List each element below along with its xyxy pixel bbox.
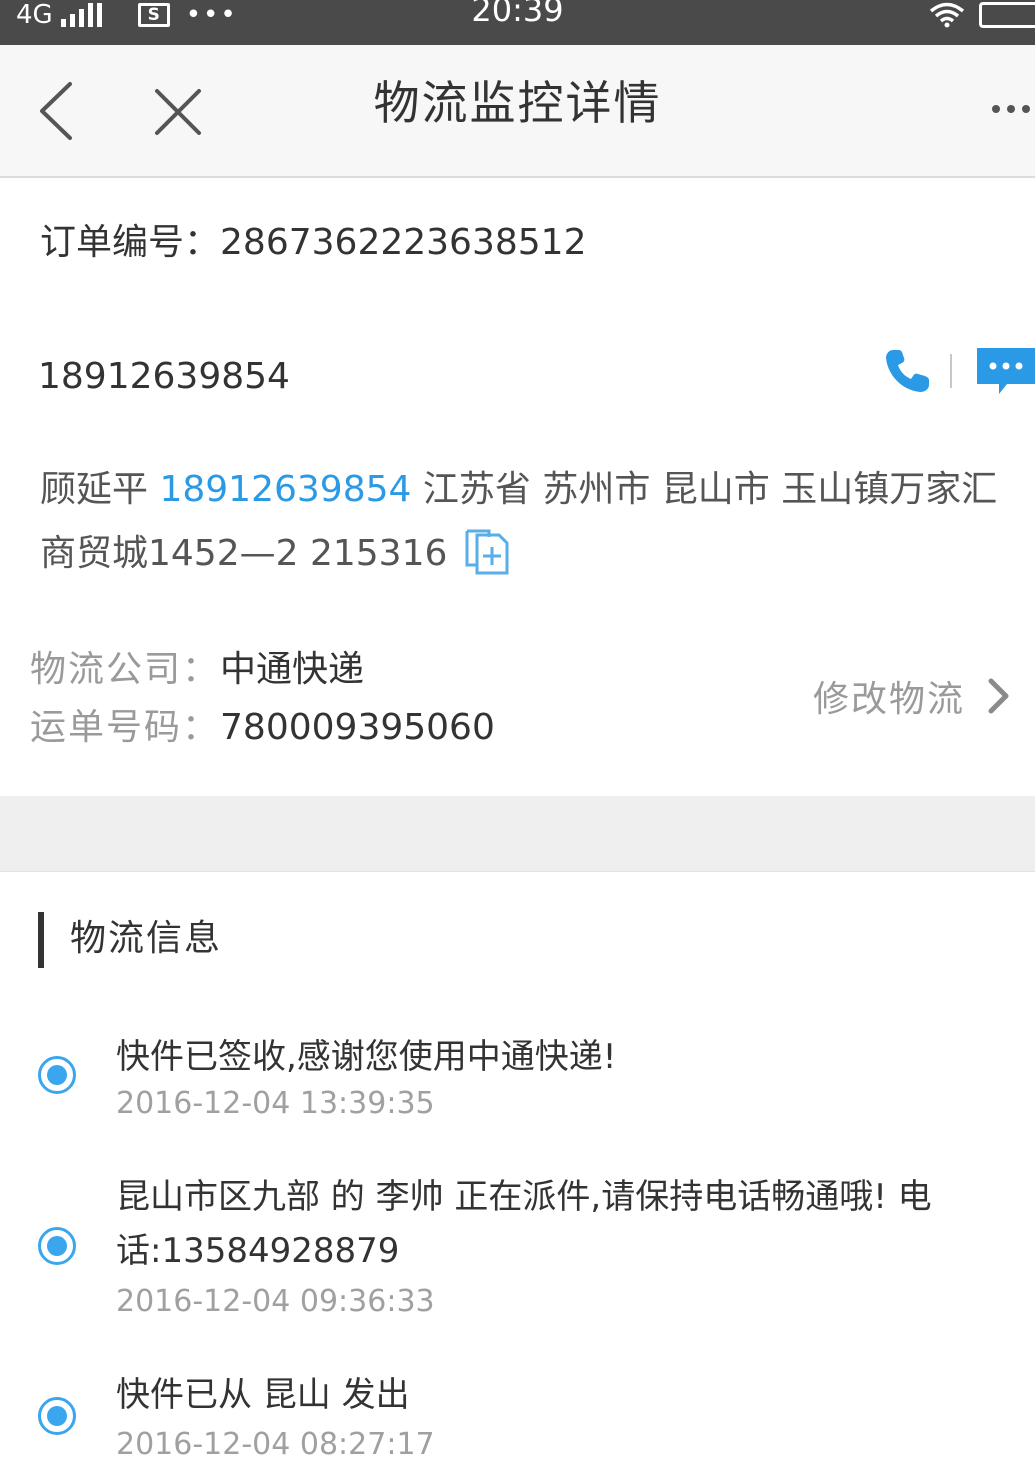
battery-icon [979,2,1035,28]
chat-icon[interactable] [977,348,1035,394]
timeline-dot-icon [38,1056,76,1094]
order-number-label: 订单编号： [40,222,221,263]
logistics-info-title: 物流信息 [70,918,223,959]
section-divider [0,796,1035,872]
nav-bar: 物流监控详情 [0,45,1035,178]
logistics-summary: 物流公司：中通快递 运单号码：780009395060 修改物流 [0,640,1035,760]
recipient-phone-link[interactable]: 18912639854 [159,469,411,510]
logistics-company-value: 中通快递 [220,649,365,690]
order-number: 订单编号：2867362223638512 [40,218,586,268]
wifi-icon [929,2,965,28]
more-options-icon[interactable] [991,99,1031,119]
phone-icon[interactable] [884,348,932,394]
shipping-address: 顾延平 18912639854 江苏省 苏州市 昆山市 玉山镇万家汇商贸城145… [40,458,1030,586]
page-title: 物流监控详情 [373,76,662,130]
chevron-right-icon [988,678,1009,714]
timeline-event-time: 2016-12-04 13:39:35 [116,1086,435,1121]
timeline-dot-icon [38,1227,76,1265]
timeline-event-text: 昆山市区九部 的 李帅 正在派件,请保持电话畅通哦! 电话:1358492887… [116,1177,932,1271]
contact-row: 18912639854 [0,348,1035,408]
icon-divider [950,354,952,388]
timeline-event-text: 快件已从 昆山 发出 [116,1375,410,1415]
status-bar: 4G S ••• 20:39 [0,0,1035,45]
logistics-company: 物流公司：中通快递 [30,642,364,698]
timeline-dot-icon [38,1397,76,1435]
section-marker [38,912,44,968]
modify-logistics-button[interactable]: 修改物流 [813,668,1011,724]
waybill-number-label: 运单号码： [30,707,221,748]
waybill-number: 运单号码：780009395060 [30,700,495,756]
timeline-event-time: 2016-12-04 09:36:33 [116,1284,435,1319]
modify-logistics-label: 修改物流 [812,679,965,720]
copy-icon[interactable] [465,529,509,575]
timeline-event-time: 2016-12-04 08:27:17 [116,1427,435,1462]
status-right [929,0,1035,30]
status-time: 20:39 [471,0,564,29]
waybill-number-value: 780009395060 [220,707,495,748]
logistics-company-label: 物流公司： [30,649,221,690]
order-number-value: 2867362223638512 [220,222,587,263]
timeline-event-text: 快件已签收,感谢您使用中通快递! [116,1037,617,1077]
contact-phone: 18912639854 [38,356,290,397]
recipient-name: 顾延平 [40,469,149,510]
